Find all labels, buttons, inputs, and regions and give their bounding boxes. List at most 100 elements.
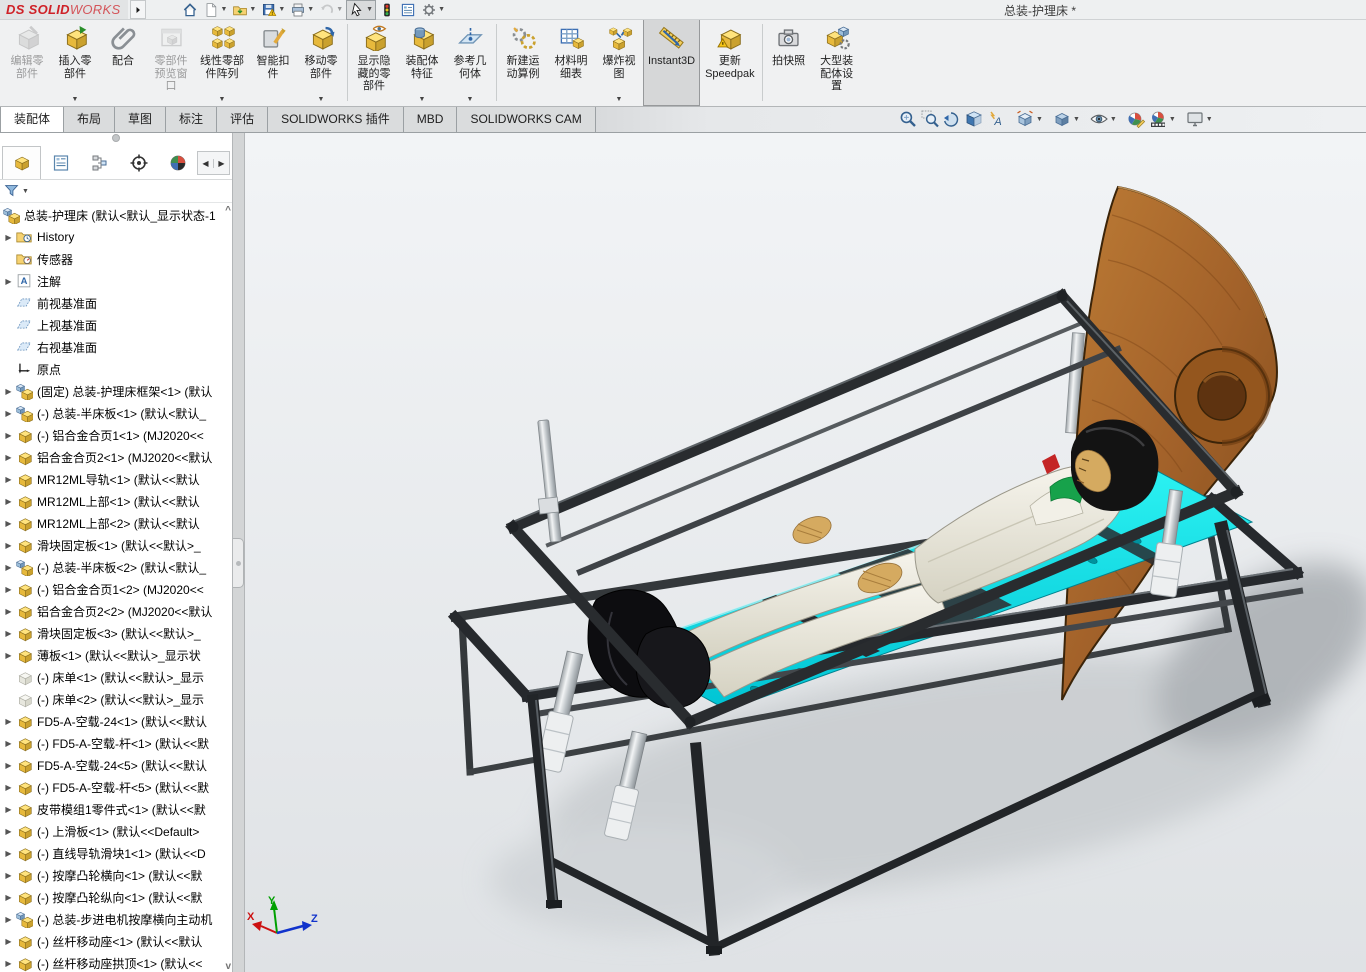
exploded-view-button[interactable]: 爆炸视 图▼ xyxy=(595,19,643,106)
display-settings-button[interactable] xyxy=(398,1,418,19)
dropdown-caret[interactable]: ▼ xyxy=(1110,116,1117,123)
print-button[interactable]: ▼ xyxy=(288,1,316,19)
expand-arrow[interactable]: ▶ xyxy=(2,607,15,616)
expand-arrow[interactable]: ▶ xyxy=(2,893,15,902)
dropdown-caret[interactable]: ▼ xyxy=(336,6,343,13)
tab-evaluate[interactable]: 评估 xyxy=(216,106,268,132)
instant3d-button[interactable]: Instant3D xyxy=(643,19,700,106)
dynamic-annotation-views-button[interactable]: A xyxy=(985,109,1007,129)
show-hidden-components-button[interactable]: 显示隐 藏的零 部件 xyxy=(350,19,398,106)
expand-arrow[interactable]: ▶ xyxy=(2,409,15,418)
linear-component-pattern-button[interactable]: 线性零部 件阵列▼ xyxy=(195,19,249,106)
tree-item[interactable]: ▶History xyxy=(0,226,232,248)
expand-arrow[interactable]: ▶ xyxy=(2,717,15,726)
expand-arrow[interactable]: ▶ xyxy=(2,541,15,550)
panel-tab-propertymanager[interactable] xyxy=(41,146,80,179)
tree-item[interactable]: ▶(-) 丝杆移动座<1> (默认<<默认 xyxy=(0,930,232,952)
tree-item[interactable]: ▶滑块固定板<3> (默认<<默认>_ xyxy=(0,622,232,644)
expand-arrow[interactable]: ▶ xyxy=(2,519,15,528)
dropdown-caret[interactable]: ▼ xyxy=(249,6,256,13)
expand-arrow[interactable]: ▶ xyxy=(2,651,15,660)
3d-model-nursing-bed[interactable]: Y X Z xyxy=(245,133,1366,972)
expand-arrow[interactable]: ▶ xyxy=(2,233,15,242)
menu-flyout-arrow[interactable] xyxy=(130,0,146,19)
dropdown-caret[interactable]: ▼ xyxy=(467,96,474,105)
dropdown-caret[interactable]: ▼ xyxy=(438,6,445,13)
tab-layout[interactable]: 布局 xyxy=(63,106,115,132)
tree-item[interactable]: ▶(-) 总装-步进电机按摩横向主动机 xyxy=(0,908,232,930)
view-settings-button[interactable]: ▼ xyxy=(1184,109,1214,129)
save-button[interactable]: ▼ xyxy=(259,1,287,19)
expand-arrow[interactable]: ▶ xyxy=(2,915,15,924)
panel-tab-displaymanager[interactable] xyxy=(158,146,197,179)
panel-collapse-handle[interactable] xyxy=(232,538,244,588)
expand-arrow[interactable]: ▶ xyxy=(2,387,15,396)
expand-arrow[interactable]: ▶ xyxy=(2,739,15,748)
tree-item[interactable]: ▶(固定) 总装-护理床框架<1> (默认 xyxy=(0,380,232,402)
options-button[interactable]: ▼ xyxy=(419,1,447,19)
tree-item[interactable]: ▶FD5-A-空载-24<1> (默认<<默认 xyxy=(0,710,232,732)
tree-item[interactable]: 原点 xyxy=(0,358,232,380)
tree-item[interactable]: 前视基准面 xyxy=(0,292,232,314)
dropdown-caret[interactable]: ▼ xyxy=(1073,116,1080,123)
tree-item[interactable]: (-) 床单<2> (默认<<默认>_显示 xyxy=(0,688,232,710)
dropdown-caret[interactable]: ▼ xyxy=(1036,116,1043,123)
view-orientation-button[interactable]: ▼ xyxy=(1014,109,1044,129)
zoom-to-area-button[interactable] xyxy=(919,109,941,129)
move-component-button[interactable]: 移动零 部件▼ xyxy=(297,19,345,106)
tree-item[interactable]: ▶(-) 按摩凸轮纵向<1> (默认<<默 xyxy=(0,886,232,908)
expand-arrow[interactable]: ▶ xyxy=(2,937,15,946)
mate-button[interactable]: 配合 xyxy=(99,19,147,106)
expand-arrow[interactable]: ▶ xyxy=(2,783,15,792)
hide-show-items-button[interactable]: ▼ xyxy=(1088,109,1118,129)
tree-item[interactable]: 上视基准面 xyxy=(0,314,232,336)
home-button[interactable] xyxy=(180,1,200,19)
new-document-button[interactable]: ▼ xyxy=(201,1,229,19)
dropdown-caret[interactable]: ▼ xyxy=(1206,116,1213,123)
previous-view-button[interactable] xyxy=(941,109,963,129)
open-button[interactable]: ▼ xyxy=(230,1,258,19)
dropdown-caret[interactable]: ▼ xyxy=(72,96,79,105)
tree-item[interactable]: ▶铝合金合页2<2> (MJ2020<<默认 xyxy=(0,600,232,622)
funnel-icon[interactable] xyxy=(3,182,21,200)
tree-item[interactable]: ▶(-) 铝合金合页1<2> (MJ2020<< xyxy=(0,578,232,600)
tab-mbd[interactable]: MBD xyxy=(403,106,458,132)
expand-arrow[interactable]: ▶ xyxy=(2,827,15,836)
tab-solidworks-cam[interactable]: SOLIDWORKS CAM xyxy=(456,106,595,132)
tree-item[interactable]: ▶A注解 xyxy=(0,270,232,292)
expand-arrow[interactable]: ▶ xyxy=(2,805,15,814)
expand-arrow[interactable]: ▶ xyxy=(2,563,15,572)
tree-scroll-down-arrow[interactable]: v xyxy=(225,961,231,972)
tab-markup[interactable]: 标注 xyxy=(165,106,217,132)
tree-item[interactable]: ▶(-) 丝杆移动座拱顶<1> (默认<< xyxy=(0,952,232,972)
expand-arrow[interactable]: ▶ xyxy=(2,431,15,440)
tree-item[interactable]: ▶(-) FD5-A-空载-杆<5> (默认<<默 xyxy=(0,776,232,798)
tab-solidworks-addins[interactable]: SOLIDWORKS 插件 xyxy=(267,106,404,132)
expand-arrow[interactable]: ▶ xyxy=(2,277,15,286)
tree-item[interactable]: ▶(-) 上滑板<1> (默认<<Default> xyxy=(0,820,232,842)
expand-arrow[interactable]: ▶ xyxy=(2,871,15,880)
update-speedpak-button[interactable]: 更新 Speedpak xyxy=(700,19,760,106)
panel-splitter[interactable] xyxy=(233,133,245,972)
expand-arrow[interactable]: ▶ xyxy=(2,453,15,462)
smart-fasteners-button[interactable]: 智能扣 件 xyxy=(249,19,297,106)
apply-scene-button[interactable]: ▼ xyxy=(1147,109,1177,129)
tree-item[interactable]: ▶(-) 总装-半床板<2> (默认<默认_ xyxy=(0,556,232,578)
section-view-button[interactable] xyxy=(963,109,985,129)
tree-item-root[interactable]: 总装-护理床 (默认<默认_显示状态-1 xyxy=(0,204,232,226)
graphics-area[interactable]: Y X Z xyxy=(245,133,1366,972)
dropdown-caret[interactable]: ▼ xyxy=(1169,116,1176,123)
tree-item[interactable]: ▶(-) 总装-半床板<1> (默认<默认_ xyxy=(0,402,232,424)
expand-arrow[interactable]: ▶ xyxy=(2,959,15,968)
dropdown-caret[interactable]: ▼ xyxy=(318,96,325,105)
dropdown-caret[interactable]: ▼ xyxy=(22,188,29,195)
assembly-features-button[interactable]: 装配体 特征▼ xyxy=(398,19,446,106)
tree-item[interactable]: ▶铝合金合页2<1> (MJ2020<<默认 xyxy=(0,446,232,468)
expand-arrow[interactable]: ▶ xyxy=(2,585,15,594)
zoom-to-fit-button[interactable] xyxy=(897,109,919,129)
tree-item[interactable]: ▶滑块固定板<1> (默认<<默认>_ xyxy=(0,534,232,556)
tree-item[interactable]: ▶(-) 铝合金合页1<1> (MJ2020<< xyxy=(0,424,232,446)
dropdown-caret[interactable]: ▼ xyxy=(220,6,227,13)
tree-item[interactable]: ▶薄板<1> (默认<<默认>_显示状 xyxy=(0,644,232,666)
expand-arrow[interactable]: ▶ xyxy=(2,761,15,770)
